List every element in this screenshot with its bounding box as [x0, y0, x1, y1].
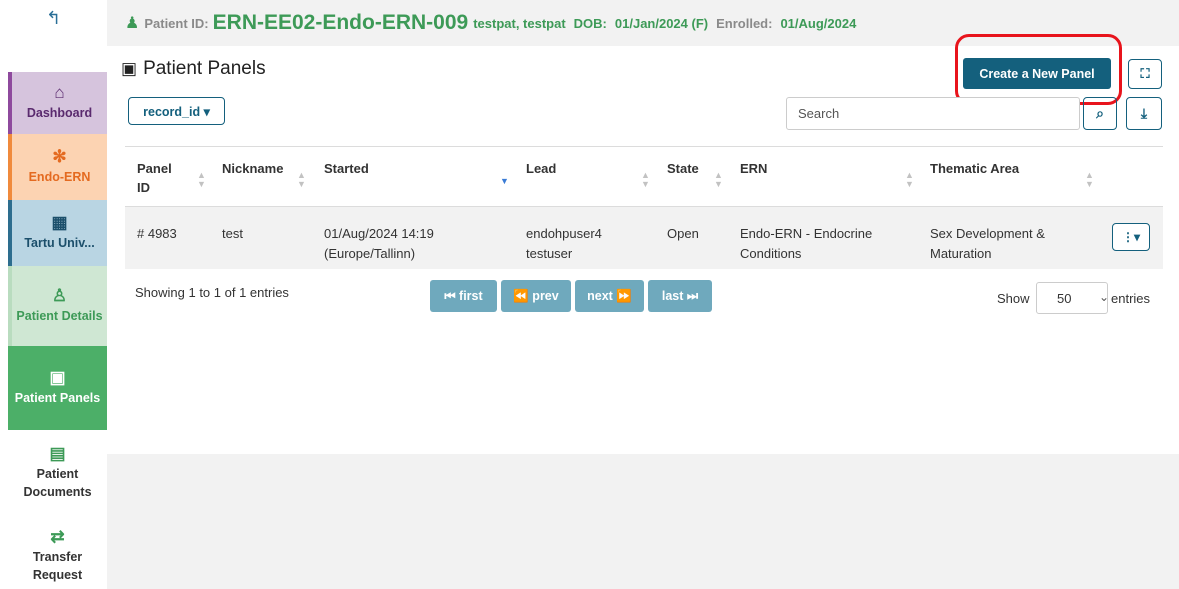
cell-lead-line1: endohpuser4: [526, 226, 602, 241]
cell-state: Open: [667, 226, 699, 241]
search-button[interactable]: ⌕: [1083, 97, 1117, 130]
app: ↰ ⌂ Dashboard ✻ Endo-ERN ▦ Tartu Univ...…: [0, 0, 1179, 589]
pagination-first[interactable]: ⏮ first: [430, 280, 497, 312]
row-actions-button[interactable]: ⋮▾: [1112, 223, 1150, 251]
sidebar-item-patient-documents[interactable]: ▤ Patient Documents: [8, 436, 107, 510]
sidebar-item-patient-details[interactable]: ♙ Patient Details: [8, 266, 107, 346]
page-title-text: Patient Panels: [143, 58, 266, 79]
sort-icon[interactable]: ▲ ▼: [905, 171, 914, 189]
record-id-dropdown[interactable]: record_id ▾: [128, 97, 225, 125]
cell-lead: endohpuser4 testuser: [526, 224, 602, 263]
page-background: [107, 454, 1179, 589]
show-label: Show: [997, 291, 1030, 306]
column-header-lead[interactable]: Lead: [526, 160, 556, 179]
enrolled-value: 01/Aug/2024: [780, 15, 857, 31]
cell-thematic-line1: Sex Development &: [930, 226, 1045, 241]
dob-label: DOB:: [573, 15, 607, 31]
patient-name: testpat, testpat: [473, 15, 566, 31]
cell-started-date: 01/Aug/2024 14:19: [324, 226, 434, 241]
sidebar-item-label: Patient Details: [16, 308, 103, 323]
cell-started: 01/Aug/2024 14:19 (Europe/Tallinn): [324, 224, 434, 263]
patient-id: ERN-EE02-Endo-ERN-009: [212, 11, 469, 34]
download-button[interactable]: ⤓: [1126, 97, 1162, 130]
expand-icon: ⛶: [1140, 66, 1150, 81]
column-header-ern[interactable]: ERN: [740, 160, 767, 179]
page-size-select[interactable]: 50 ⌄: [1036, 282, 1109, 314]
sort-desc-icon[interactable]: ▼: [500, 177, 509, 186]
cell-nickname: test: [222, 226, 243, 241]
highlight-annotation: [955, 34, 1122, 105]
entries-label: entries: [1111, 291, 1151, 306]
chevron-down-icon: ⌄: [1098, 290, 1109, 304]
sidebar-item-label: Patient Documents: [23, 466, 92, 499]
column-header-state[interactable]: State: [667, 160, 699, 179]
sidebar-item-label: Transfer Request: [32, 549, 83, 582]
download-icon: ⤓: [1140, 105, 1148, 121]
back-button[interactable]: ↰: [0, 0, 107, 36]
main-content: ▣ Patient Panels Create a New Panel ⛶ re…: [107, 34, 1179, 454]
table-info: Showing 1 to 1 of 1 entries: [135, 285, 289, 300]
cell-lead-line2: testuser: [526, 245, 573, 261]
sort-icon[interactable]: ▲ ▼: [641, 171, 650, 189]
shuffle-icon: ⇄: [50, 526, 65, 546]
search-icon: ⌕: [1096, 105, 1104, 121]
column-header-started[interactable]: Started: [324, 160, 369, 179]
column-header-nickname[interactable]: Nickname: [222, 160, 283, 179]
sidebar-item-label: Patient Panels: [14, 390, 101, 405]
cell-panel-id: # 4983: [137, 226, 177, 241]
patient-icon: ♙: [51, 285, 68, 305]
sidebar-item-label: Tartu Univ...: [24, 235, 95, 250]
fullscreen-button[interactable]: ⛶: [1128, 59, 1162, 89]
pagination-last[interactable]: last ⏭: [648, 280, 712, 312]
pagination-prev[interactable]: ⏪ prev: [501, 280, 571, 312]
home-icon: ⌂: [54, 82, 65, 102]
column-header-panel-id[interactable]: Panel ID: [137, 160, 177, 198]
table-row[interactable]: # 4983 test 01/Aug/2024 14:19 (Europe/Ta…: [125, 207, 1163, 269]
sort-icon[interactable]: ▲ ▼: [197, 171, 206, 189]
patient-id-label: Patient ID:: [144, 15, 209, 31]
sidebar: ↰ ⌂ Dashboard ✻ Endo-ERN ▦ Tartu Univ...…: [0, 0, 115, 589]
sidebar-item-patient-panels[interactable]: ▣ Patient Panels: [8, 346, 115, 430]
cell-ern-line2: Conditions: [740, 245, 802, 261]
sidebar-item-label: Endo-ERN: [28, 169, 91, 184]
more-vertical-icon: ⋮▾: [1121, 230, 1141, 244]
panels-table: Panel ID ▲ ▼ Nickname ▲ ▼ Started ▼ Lead ▲…: [125, 146, 1163, 269]
column-header-thematic-area[interactable]: Thematic Area: [930, 160, 1019, 179]
sort-icon[interactable]: ▲ ▼: [297, 171, 306, 189]
hospital-icon: ▦: [51, 212, 68, 232]
clipboard-icon: ▣: [121, 59, 138, 78]
search-input[interactable]: [786, 97, 1080, 130]
sidebar-item-label: Dashboard: [26, 105, 93, 120]
sidebar-item-endo-ern[interactable]: ✻ Endo-ERN: [8, 134, 107, 200]
dob-value: 01/Jan/2024 (F): [614, 15, 709, 31]
sidebar-item-transfer-request[interactable]: ⇄ Transfer Request: [8, 520, 107, 589]
cell-thematic-area: Sex Development & Maturation: [930, 224, 1045, 263]
cell-started-tz: (Europe/Tallinn): [324, 245, 416, 261]
cell-ern-line1: Endo-ERN - Endocrine: [740, 226, 873, 241]
sidebar-item-dashboard[interactable]: ⌂ Dashboard: [8, 72, 107, 134]
clipboard-icon: ▣: [49, 367, 66, 387]
arrow-back-icon: ↰: [45, 7, 62, 28]
cell-thematic-line2: Maturation: [930, 245, 992, 261]
page-title: ▣ Patient Panels: [121, 58, 266, 80]
page-size-value: 50: [1057, 290, 1072, 306]
cell-ern: Endo-ERN - Endocrine Conditions: [740, 224, 872, 263]
table-header: Panel ID ▲ ▼ Nickname ▲ ▼ Started ▼ Lead ▲…: [125, 146, 1163, 207]
enrolled-label: Enrolled:: [716, 15, 773, 31]
pagination-next[interactable]: next ⏩: [575, 280, 644, 312]
sidebar-item-tartu[interactable]: ▦ Tartu Univ...: [8, 200, 107, 266]
sort-icon[interactable]: ▲ ▼: [1085, 171, 1094, 189]
network-icon: ✻: [52, 146, 67, 166]
sort-icon[interactable]: ▲ ▼: [714, 171, 723, 189]
patient-icon: ♟: [125, 15, 140, 32]
document-icon: ▤: [49, 443, 66, 463]
